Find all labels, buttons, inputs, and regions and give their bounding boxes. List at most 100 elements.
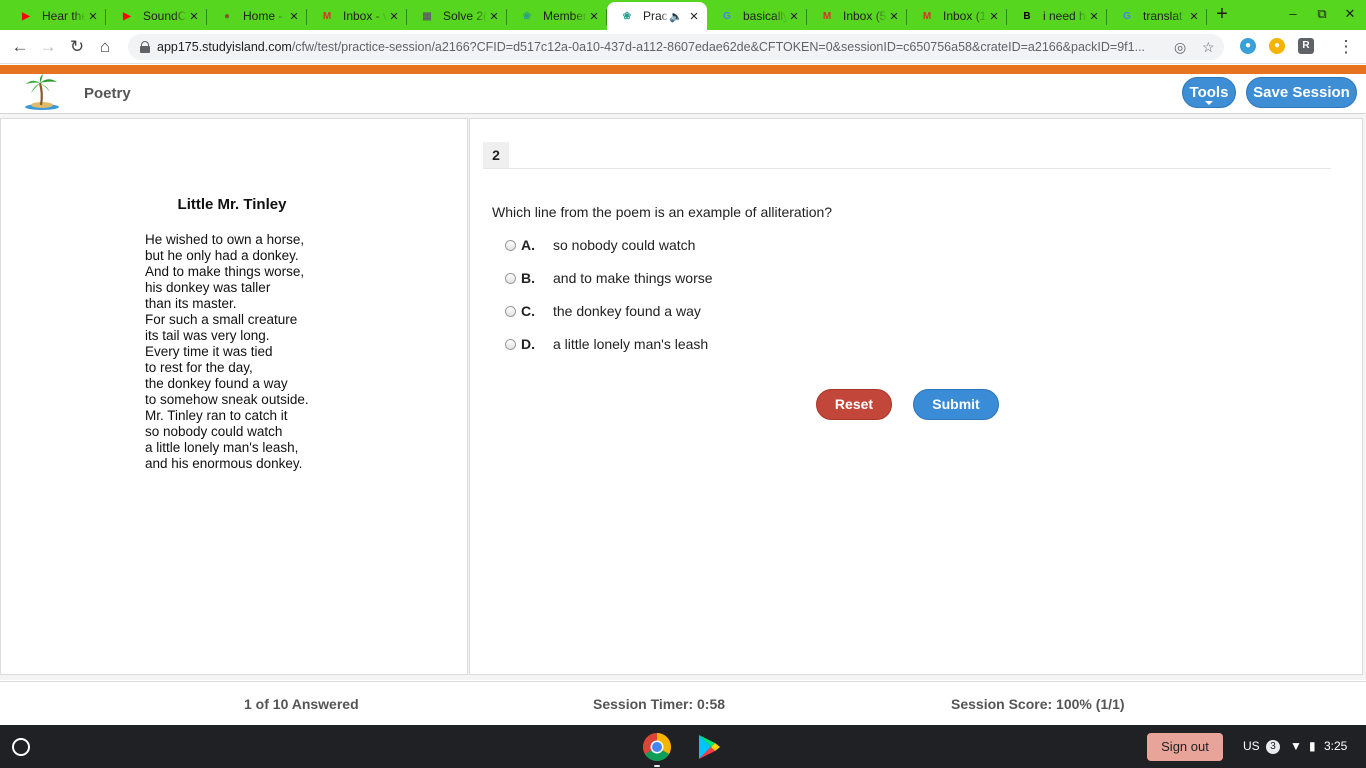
radio-button[interactable] xyxy=(505,305,516,317)
sign-out-button[interactable]: Sign out xyxy=(1147,733,1223,761)
close-tab-icon[interactable]: × xyxy=(287,8,301,25)
browser-tab[interactable]: M Inbox (1 × xyxy=(907,2,1007,30)
close-tab-icon[interactable]: × xyxy=(1187,8,1201,25)
close-tab-icon[interactable]: × xyxy=(1087,8,1101,25)
poem-line: And to make things worse, xyxy=(145,264,305,279)
radio-button[interactable] xyxy=(505,338,516,350)
browser-menu-icon[interactable]: ⋮ xyxy=(1335,36,1357,58)
passage-panel: Little Mr. Tinley He wished to own a hor… xyxy=(0,118,468,675)
radio-button[interactable] xyxy=(505,239,516,251)
divider xyxy=(483,168,1331,169)
browser-tab[interactable]: ❀ Member × xyxy=(507,2,607,30)
question-panel: 2 Which line from the poem is an example… xyxy=(469,118,1363,675)
option-text[interactable]: the donkey found a way xyxy=(553,303,701,319)
question-number: 2 xyxy=(483,142,509,168)
tab-title: Member xyxy=(543,9,587,23)
wifi-icon[interactable]: ▼ xyxy=(1290,739,1302,753)
home-icon[interactable]: ⌂ xyxy=(94,36,116,58)
extension-icon[interactable]: ● xyxy=(1240,38,1256,54)
reset-button[interactable]: Reset xyxy=(816,389,892,420)
brand-bar xyxy=(0,65,1366,74)
option-letter: A. xyxy=(521,237,535,253)
app-icon: ● xyxy=(223,10,231,22)
close-tab-icon[interactable]: × xyxy=(887,8,901,25)
browser-tab[interactable]: M Inbox (5 × xyxy=(807,2,907,30)
gmail-icon: M xyxy=(822,10,832,22)
poem-line: and his enormous donkey. xyxy=(145,456,303,471)
clock[interactable]: 3:25 xyxy=(1324,739,1347,753)
radio-button[interactable] xyxy=(505,272,516,284)
close-tab-icon[interactable]: × xyxy=(387,8,401,25)
subject-title: Poetry xyxy=(84,85,131,102)
active-app-indicator xyxy=(654,765,660,767)
forward-icon[interactable]: → xyxy=(37,36,59,58)
tab-title: Solve 2( xyxy=(443,9,487,23)
submit-button[interactable]: Submit xyxy=(913,389,999,420)
browser-tab[interactable]: ● Home - I × xyxy=(207,2,307,30)
extension-icon[interactable]: R xyxy=(1298,38,1314,54)
tab-title: translat xyxy=(1143,9,1183,23)
browser-tab[interactable]: ▶ Hear the × xyxy=(6,2,106,30)
poem-line: Mr. Tinley ran to catch it xyxy=(145,408,288,423)
browser-tab[interactable]: Gtranslat × xyxy=(1107,2,1207,30)
close-tab-icon[interactable]: × xyxy=(86,8,100,25)
gmail-icon: M xyxy=(922,10,932,22)
restore-icon[interactable]: ⧉ xyxy=(1313,6,1331,24)
poem-line: his donkey was taller xyxy=(145,280,271,295)
tools-button[interactable]: Tools xyxy=(1182,77,1236,108)
option-text[interactable]: and to make things worse xyxy=(553,270,713,286)
session-timer: Session Timer: 0:58 xyxy=(593,696,726,712)
browser-tab[interactable]: ❀ Prac 🔈 × xyxy=(607,2,707,30)
browser-tab[interactable]: Bi need h × xyxy=(1007,2,1107,30)
play-store-icon[interactable] xyxy=(694,732,724,762)
browser-toolbar: ← → ↻ ⌂ app175.studyisland.com/cfw/test/… xyxy=(0,30,1366,64)
browser-tab[interactable]: M Inbox - v × xyxy=(307,2,407,30)
tab-title: Inbox (1 xyxy=(943,9,987,23)
new-tab-button[interactable]: + xyxy=(1212,4,1232,24)
notification-badge[interactable]: 3 xyxy=(1266,740,1280,754)
answered-count: 1 of 10 Answered xyxy=(244,696,359,712)
minimize-icon[interactable]: – xyxy=(1284,6,1302,24)
battery-icon[interactable]: ▮ xyxy=(1309,739,1316,753)
gmail-icon: M xyxy=(322,10,332,22)
location-icon[interactable]: ◎ xyxy=(1174,39,1186,56)
option-letter: C. xyxy=(521,303,535,319)
answer-option[interactable]: C. the donkey found a way xyxy=(505,301,701,321)
option-text[interactable]: so nobody could watch xyxy=(553,237,695,253)
tab-title: Home - I xyxy=(243,9,287,23)
extension-icon[interactable]: ● xyxy=(1269,38,1285,54)
answer-option[interactable]: B. and to make things worse xyxy=(505,268,713,288)
browser-tab[interactable]: Gbasically × xyxy=(707,2,807,30)
close-tab-icon[interactable]: × xyxy=(687,8,701,25)
locale-indicator[interactable]: US xyxy=(1243,739,1260,753)
poem-line: Every time it was tied xyxy=(145,344,273,359)
reload-icon[interactable]: ↻ xyxy=(66,36,88,58)
speaker-icon[interactable]: 🔈 xyxy=(669,10,683,23)
tab-title: Inbox - v xyxy=(343,9,387,23)
poem-line: to rest for the day, xyxy=(145,360,253,375)
browser-tab[interactable]: ▶ SoundC × xyxy=(107,2,207,30)
question-text: Which line from the poem is an example o… xyxy=(492,204,833,220)
save-session-button[interactable]: Save Session xyxy=(1246,77,1357,108)
close-tab-icon[interactable]: × xyxy=(487,8,501,25)
os-shelf: Sign out US 3 ▼ ▮ 3:25 xyxy=(0,725,1366,768)
answer-option[interactable]: D. a little lonely man's leash xyxy=(505,334,708,354)
close-tab-icon[interactable]: × xyxy=(187,8,201,25)
poem-title: Little Mr. Tinley xyxy=(177,196,287,213)
poem-line: to somehow sneak outside. xyxy=(145,392,309,407)
browser-tab[interactable]: ▦ Solve 2(× xyxy=(407,2,507,30)
chrome-icon[interactable] xyxy=(642,732,672,762)
answer-option[interactable]: A. so nobody could watch xyxy=(505,235,695,255)
close-window-icon[interactable]: ✕ xyxy=(1341,6,1359,24)
launcher-icon[interactable] xyxy=(12,738,30,756)
poem-line: the donkey found a way xyxy=(145,376,288,391)
close-tab-icon[interactable]: × xyxy=(987,8,1001,25)
session-footer: 1 of 10 Answered Session Timer: 0:58 Ses… xyxy=(0,681,1366,725)
bookmark-star-icon[interactable]: ☆ xyxy=(1202,39,1215,56)
back-icon[interactable]: ← xyxy=(9,36,31,58)
close-tab-icon[interactable]: × xyxy=(587,8,601,25)
option-text[interactable]: a little lonely man's leash xyxy=(553,336,708,352)
address-bar[interactable]: app175.studyisland.com/cfw/test/practice… xyxy=(128,34,1224,60)
url-text: app175.studyisland.com/cfw/test/practice… xyxy=(157,40,1146,54)
close-tab-icon[interactable]: × xyxy=(787,8,801,25)
